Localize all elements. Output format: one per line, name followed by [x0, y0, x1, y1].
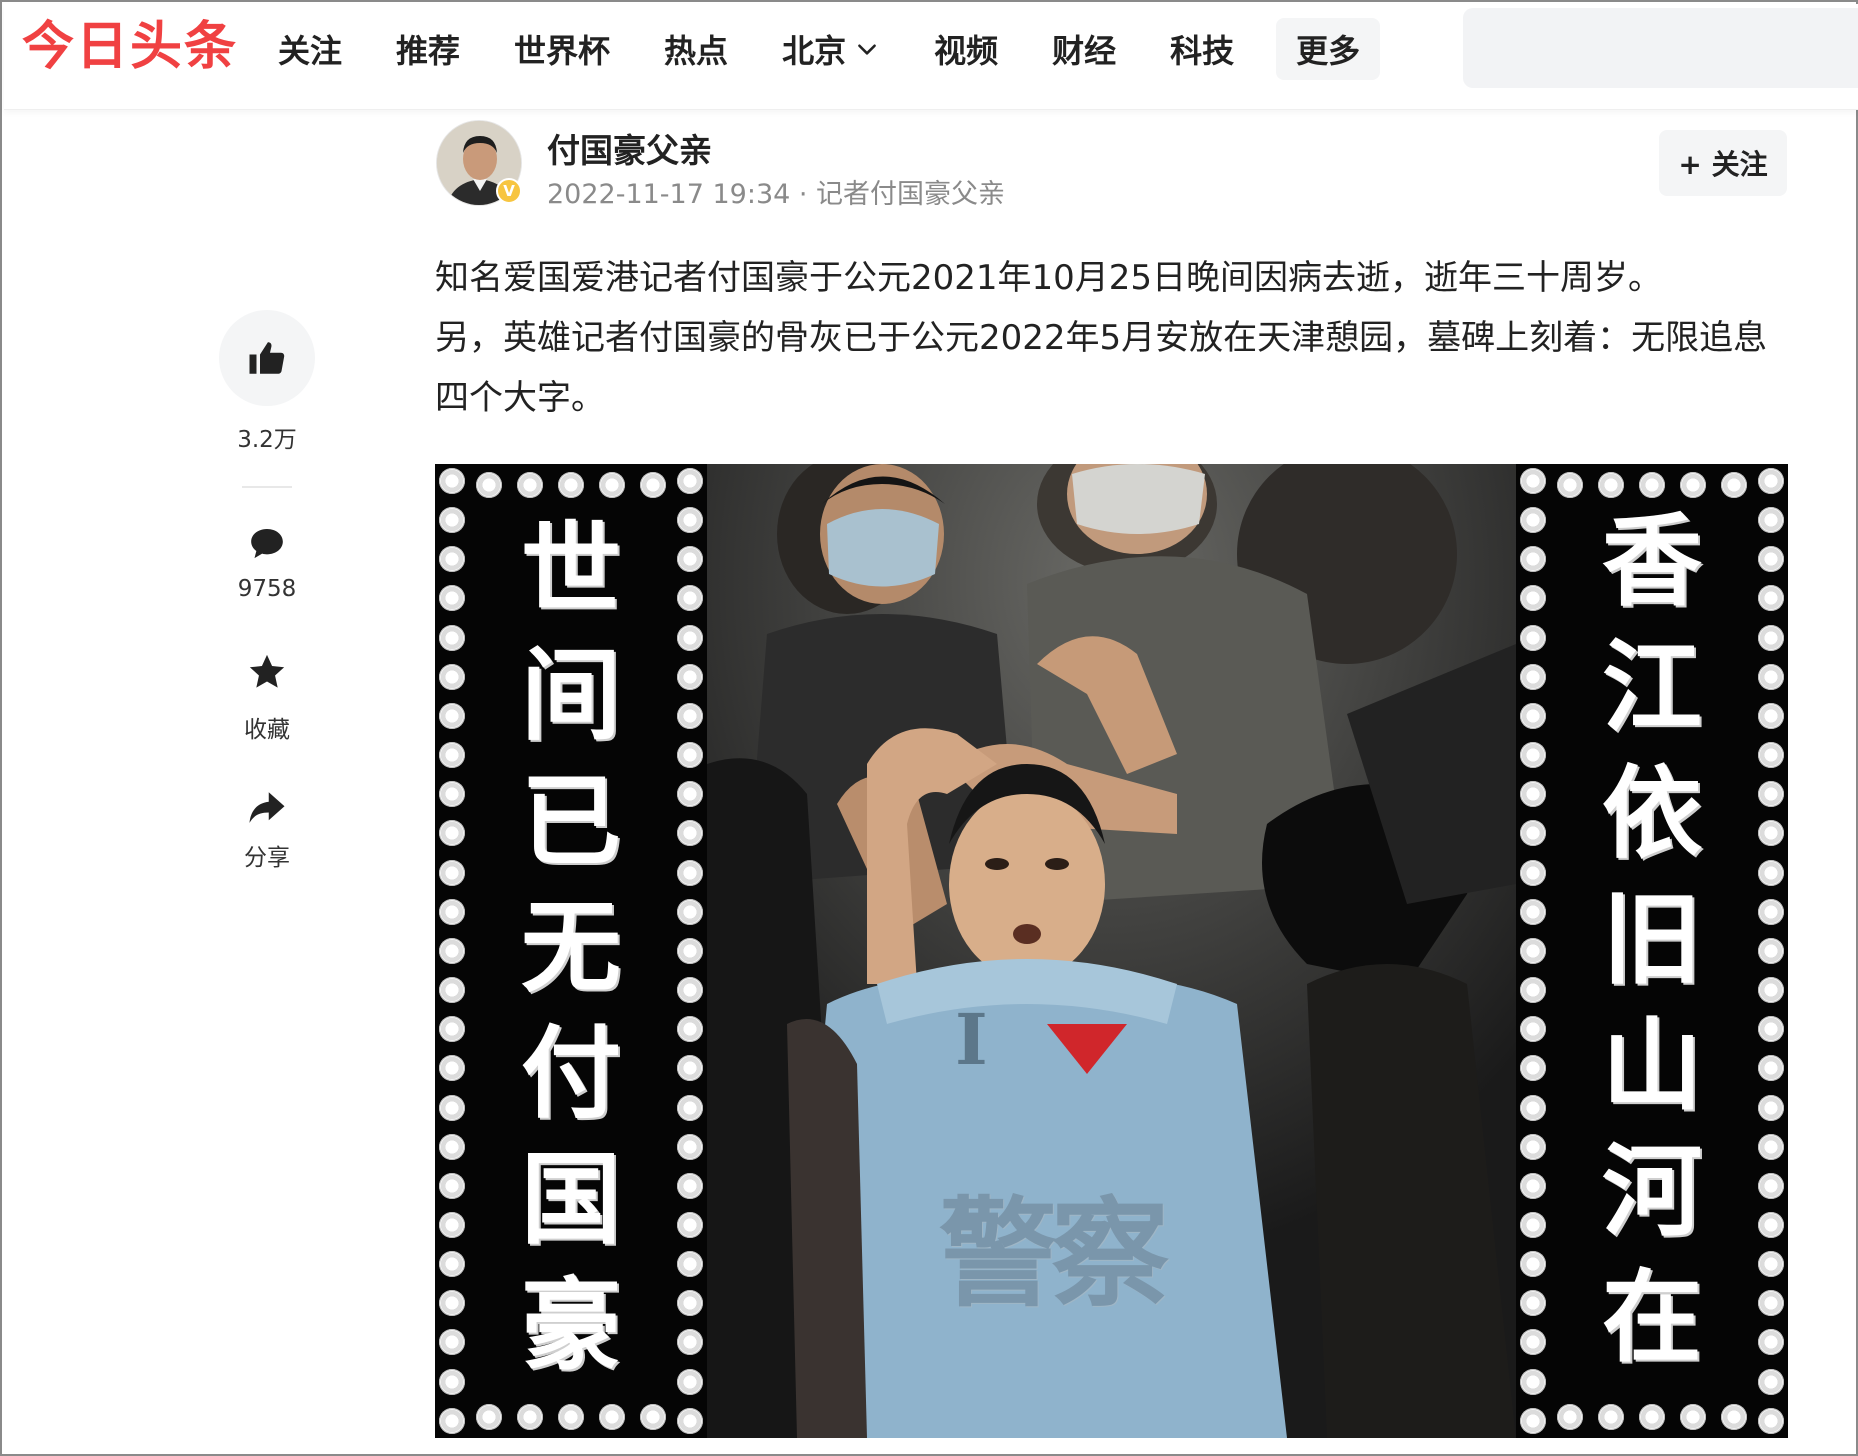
memorial-image[interactable]: 世 间 已 无 付 国 豪 I 警察 香 江 依 旧 山 河 在 — [435, 464, 1788, 1438]
nav-item-city-label: 北京 — [782, 32, 847, 70]
share-label: 分享 — [244, 845, 290, 871]
comment-bubble-icon — [251, 529, 283, 559]
flower-border — [1754, 468, 1788, 1434]
like-count: 3.2万 — [237, 427, 297, 453]
flower-border — [1550, 468, 1754, 502]
couplet-char: 无 — [521, 888, 621, 1006]
couplet-char: 豪 — [521, 1266, 621, 1384]
author-description: · 记者付国豪父亲 — [790, 179, 1006, 210]
nav-item-hot[interactable]: 热点 — [646, 18, 746, 80]
nav-item-recommend[interactable]: 推荐 — [378, 18, 478, 80]
chevron-down-icon — [858, 44, 876, 55]
right-couplet-panel: 香 江 依 旧 山 河 在 — [1516, 464, 1788, 1438]
nav-item-tech[interactable]: 科技 — [1152, 18, 1252, 80]
flower-border — [1550, 1400, 1754, 1434]
svg-text:I: I — [955, 998, 988, 1081]
couplet-char: 河 — [1602, 1132, 1702, 1250]
favorite-label: 收藏 — [244, 717, 290, 743]
favorite-button[interactable] — [219, 650, 315, 694]
follow-button[interactable]: + 关注 — [1659, 130, 1787, 196]
top-header: 今日头条 关注 推荐 世界杯 热点 北京 视频 财经 科技 更多 — [4, 4, 1858, 110]
couplet-char: 国 — [521, 1140, 621, 1258]
couplet-char: 世 — [521, 510, 621, 628]
publish-datetime: 2022-11-17 19:34 — [547, 179, 791, 210]
couplet-char: 江 — [1602, 628, 1702, 746]
search-input[interactable] — [1463, 8, 1858, 88]
nav-item-follow[interactable]: 关注 — [260, 18, 360, 80]
thumbs-up-icon — [249, 342, 285, 374]
flower-border — [469, 468, 673, 502]
article-body: 知名爱国爱港记者付国豪于公元2021年10月25日晚间因病去逝，逝年三十周岁。 … — [435, 248, 1790, 428]
share-button[interactable] — [219, 786, 315, 830]
star-icon — [249, 654, 285, 688]
protest-photo: I 警察 — [707, 464, 1516, 1438]
couplet-char: 香 — [1602, 502, 1702, 620]
verified-badge-icon: V — [496, 178, 522, 204]
site-logo[interactable]: 今日头条 — [22, 16, 238, 78]
comment-button[interactable] — [219, 522, 315, 566]
couplet-char: 依 — [1602, 754, 1702, 872]
article-paragraph: 知名爱国爱港记者付国豪于公元2021年10月25日晚间因病去逝，逝年三十周岁。 — [435, 258, 1663, 298]
nav-item-more[interactable]: 更多 — [1276, 18, 1381, 80]
publish-meta: 2022-11-17 19:34 · 记者付国豪父亲 — [547, 172, 1005, 211]
nav-item-world-cup[interactable]: 世界杯 — [496, 18, 628, 80]
left-couplet-text: 世 间 已 无 付 国 豪 — [489, 506, 653, 1388]
like-button[interactable] — [219, 310, 315, 406]
couplet-char: 山 — [1602, 1006, 1702, 1124]
channel-nav: 关注 推荐 世界杯 热点 北京 视频 财经 科技 更多 — [260, 18, 1398, 80]
flower-border — [673, 468, 707, 1434]
comment-count: 9758 — [237, 576, 297, 602]
browser-frame: 今日头条 关注 推荐 世界杯 热点 北京 视频 财经 科技 更多 V 付国豪父亲… — [0, 0, 1858, 1456]
article-paragraph: 另，英雄记者付国豪的骨灰已于公元2022年5月安放在天津憩园，墓碑上刻着：无限追… — [435, 318, 1768, 418]
couplet-char: 已 — [521, 762, 621, 880]
author-name[interactable]: 付国豪父亲 — [547, 124, 712, 172]
couplet-char: 间 — [521, 636, 621, 754]
left-couplet-panel: 世 间 已 无 付 国 豪 — [435, 464, 707, 1438]
nav-item-city-dropdown[interactable]: 北京 — [764, 18, 898, 80]
nav-item-video[interactable]: 视频 — [916, 18, 1016, 80]
rail-divider — [242, 486, 292, 488]
flower-border — [469, 1400, 673, 1434]
couplet-char: 付 — [521, 1014, 621, 1132]
couplet-char: 在 — [1602, 1258, 1702, 1376]
right-couplet-text: 香 江 依 旧 山 河 在 — [1570, 498, 1734, 1380]
couplet-char: 旧 — [1602, 880, 1702, 998]
nav-item-finance[interactable]: 财经 — [1034, 18, 1134, 80]
flower-border — [435, 468, 469, 1434]
share-arrow-icon — [249, 792, 285, 823]
shirt-print-text: 警察 — [939, 1184, 1169, 1323]
flower-border — [1516, 468, 1550, 1434]
